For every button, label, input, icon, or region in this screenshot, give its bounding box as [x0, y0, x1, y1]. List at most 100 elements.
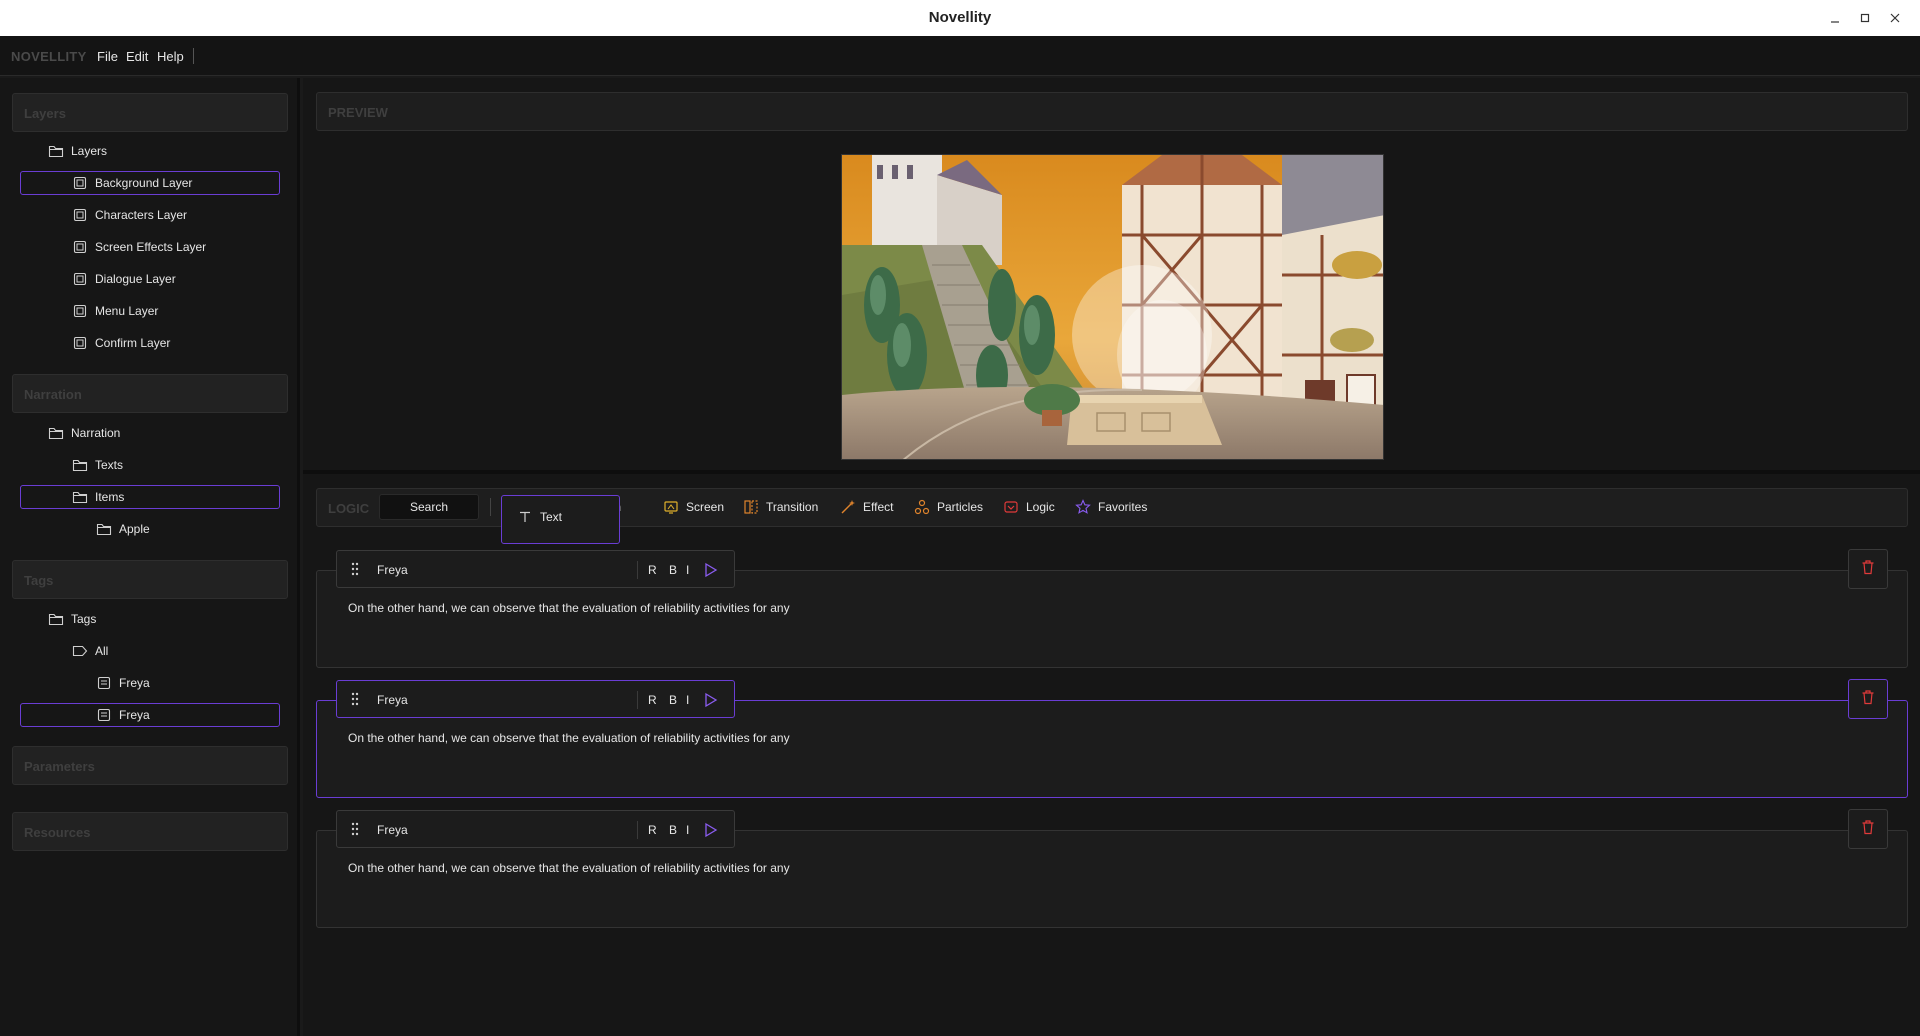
- tree-label: Texts: [95, 458, 124, 472]
- tool-particles[interactable]: Particles: [913, 498, 983, 516]
- popup-item-label: Text: [540, 510, 563, 524]
- tool-effect[interactable]: Effect: [839, 498, 893, 516]
- play-icon[interactable]: [704, 692, 718, 713]
- tree-tags-all[interactable]: All: [71, 639, 108, 663]
- minimize-icon[interactable]: [1823, 6, 1847, 30]
- layers-section-header[interactable]: Layers: [12, 93, 288, 132]
- dialogue-text[interactable]: On the other hand, we can observe that t…: [348, 731, 790, 745]
- tree-label: Dialogue Layer: [95, 272, 176, 286]
- tool-screen-label: Screen: [686, 500, 725, 514]
- dialogue-header: Freya R B I: [336, 550, 735, 588]
- tree-label: Tags: [71, 612, 97, 626]
- tree-label: Layers: [71, 144, 108, 158]
- dialogue-text[interactable]: On the other hand, we can observe that t…: [348, 861, 790, 875]
- character-name[interactable]: Freya: [377, 693, 408, 707]
- tree-tag-freya-selected[interactable]: Freya: [95, 703, 150, 727]
- tree-narration-apple[interactable]: Apple: [95, 517, 150, 541]
- format-regular-button[interactable]: R: [648, 693, 657, 707]
- parameters-section-title: Parameters: [24, 759, 95, 774]
- play-icon[interactable]: [704, 822, 718, 843]
- particles-icon: [913, 498, 931, 516]
- format-bold-button[interactable]: B: [669, 563, 677, 577]
- logic-title: LOGIC: [328, 501, 370, 516]
- tree-layer-dialogue[interactable]: Dialogue Layer: [71, 267, 176, 291]
- format-italic-button[interactable]: I: [686, 563, 689, 577]
- tree-label: Freya: [119, 708, 150, 722]
- format-bold-button[interactable]: B: [669, 823, 677, 837]
- logic-icon: [1002, 498, 1020, 516]
- play-icon[interactable]: [704, 562, 718, 583]
- favorites-icon: [1074, 498, 1092, 516]
- format-italic-button[interactable]: I: [686, 823, 689, 837]
- menubar: NOVELLITY File Edit Help: [0, 36, 1920, 76]
- delete-button[interactable]: [1848, 549, 1888, 589]
- delete-button[interactable]: [1848, 679, 1888, 719]
- toolbar-divider: [490, 498, 491, 516]
- tree-narration-items[interactable]: Items: [71, 485, 124, 509]
- tree-label: Apple: [119, 522, 150, 536]
- note-icon: [95, 674, 113, 692]
- format-bold-button[interactable]: B: [669, 693, 677, 707]
- menubar-divider: [193, 48, 194, 64]
- tool-logic-label: Logic: [1026, 500, 1055, 514]
- tree-layer-confirm[interactable]: Confirm Layer: [71, 331, 170, 355]
- screen-icon: [662, 498, 680, 516]
- close-icon[interactable]: [1883, 6, 1907, 30]
- menu-file[interactable]: File: [97, 49, 118, 64]
- popup-item-text[interactable]: Text: [518, 510, 562, 524]
- tree-tag-freya[interactable]: Freya: [95, 671, 150, 695]
- drag-handle-icon[interactable]: [350, 692, 360, 711]
- tree-layer-menu[interactable]: Menu Layer: [71, 299, 158, 323]
- resources-section-header[interactable]: Resources: [12, 812, 288, 851]
- panel-divider[interactable]: [303, 470, 1920, 474]
- drag-handle-icon[interactable]: [350, 822, 360, 841]
- tags-section-title: Tags: [24, 573, 54, 588]
- format-regular-button[interactable]: R: [648, 823, 657, 837]
- tool-logic[interactable]: Logic: [1002, 498, 1055, 516]
- window-title: Novellity: [928, 9, 992, 26]
- drag-handle-icon[interactable]: [350, 562, 360, 581]
- tag-icon: [71, 642, 89, 660]
- tree-narration-root[interactable]: Narration: [47, 421, 120, 445]
- narration-section-header[interactable]: Narration: [12, 374, 288, 413]
- trash-icon: [1861, 689, 1875, 710]
- tree-tags-root[interactable]: Tags: [47, 607, 96, 631]
- format-italic-button[interactable]: I: [686, 693, 689, 707]
- layer-icon: [71, 270, 89, 288]
- menu-help[interactable]: Help: [157, 49, 184, 64]
- add-node-popup: Text: [501, 495, 620, 544]
- app-brand: NOVELLITY: [11, 49, 87, 64]
- selection-highlight: [20, 485, 280, 509]
- tool-screen[interactable]: Screen: [662, 498, 724, 516]
- logic-search-input[interactable]: Search: [379, 494, 479, 520]
- tree-layer-characters[interactable]: Characters Layer: [71, 203, 187, 227]
- dialogue-header: Freya R B I: [336, 810, 735, 848]
- tags-section-header[interactable]: Tags: [12, 560, 288, 599]
- tree-label: Characters Layer: [95, 208, 188, 222]
- layer-icon: [71, 174, 89, 192]
- delete-button[interactable]: [1848, 809, 1888, 849]
- character-name[interactable]: Freya: [377, 563, 408, 577]
- tree-narration-texts[interactable]: Texts: [71, 453, 123, 477]
- character-name[interactable]: Freya: [377, 823, 408, 837]
- folder-icon: [47, 610, 65, 628]
- trash-icon: [1861, 559, 1875, 580]
- layer-icon: [71, 302, 89, 320]
- maximize-icon[interactable]: [1853, 6, 1877, 30]
- layer-icon: [71, 238, 89, 256]
- tree-layer-background[interactable]: Background Layer: [71, 171, 192, 195]
- folder-icon: [47, 424, 65, 442]
- menu-edit[interactable]: Edit: [126, 49, 148, 64]
- narration-section-title: Narration: [24, 387, 82, 402]
- folder-icon: [71, 456, 89, 474]
- parameters-section-header[interactable]: Parameters: [12, 746, 288, 785]
- tree-layers-root[interactable]: Layers: [47, 139, 107, 163]
- tree-layer-screen-effects[interactable]: Screen Effects Layer: [71, 235, 206, 259]
- layer-icon: [71, 206, 89, 224]
- tool-transition[interactable]: Transition: [742, 498, 818, 516]
- folder-icon: [95, 520, 113, 538]
- window-titlebar: Novellity: [0, 0, 1920, 36]
- tool-favorites[interactable]: Favorites: [1074, 498, 1147, 516]
- dialogue-text[interactable]: On the other hand, we can observe that t…: [348, 601, 790, 615]
- format-regular-button[interactable]: R: [648, 563, 657, 577]
